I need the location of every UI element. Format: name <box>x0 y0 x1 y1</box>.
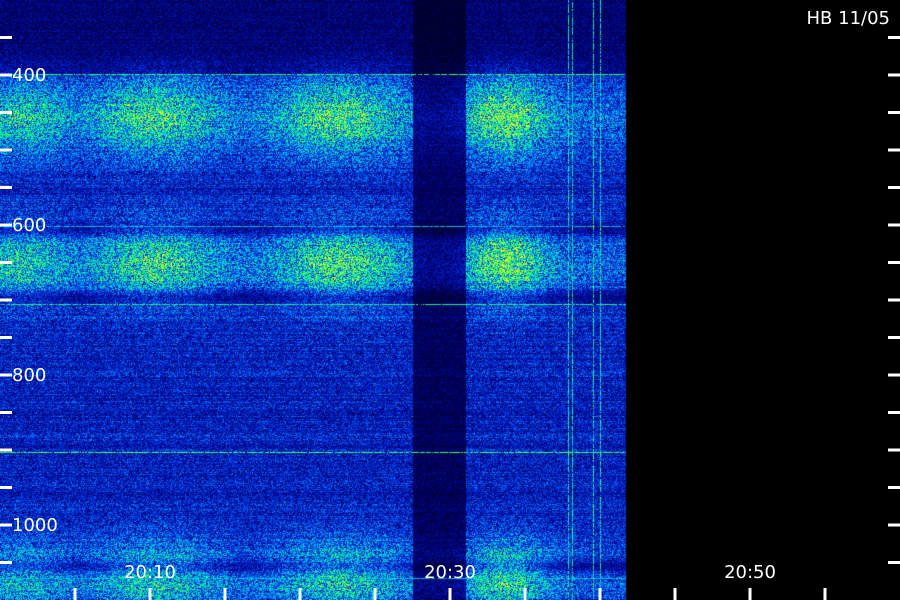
x-axis-tick-labels: 20:10 20:30 20:50 <box>124 562 776 583</box>
x-axis-ticks <box>73 588 827 600</box>
y-tick-label: 1000 <box>12 515 58 536</box>
y-axis-ticks-left <box>0 36 12 564</box>
corner-label: HB 11/05 <box>807 8 890 29</box>
x-tick-label: 20:50 <box>724 562 776 583</box>
y-axis-ticks-right <box>888 36 900 564</box>
x-tick-label: 20:10 <box>124 562 176 583</box>
y-axis-tick-labels: 1000 800 600 400 <box>12 65 58 536</box>
chart-axes-overlay: 1000 800 600 400 20:10 20:30 20:50 HB 11/05 <box>0 8 900 600</box>
spectrogram-chart: 1000 800 600 400 20:10 20:30 20:50 HB 11/05 <box>0 0 900 600</box>
y-tick-label: 600 <box>12 215 46 236</box>
x-tick-label: 20:30 <box>424 562 476 583</box>
y-tick-label: 400 <box>12 65 46 86</box>
y-tick-label: 800 <box>12 365 46 386</box>
